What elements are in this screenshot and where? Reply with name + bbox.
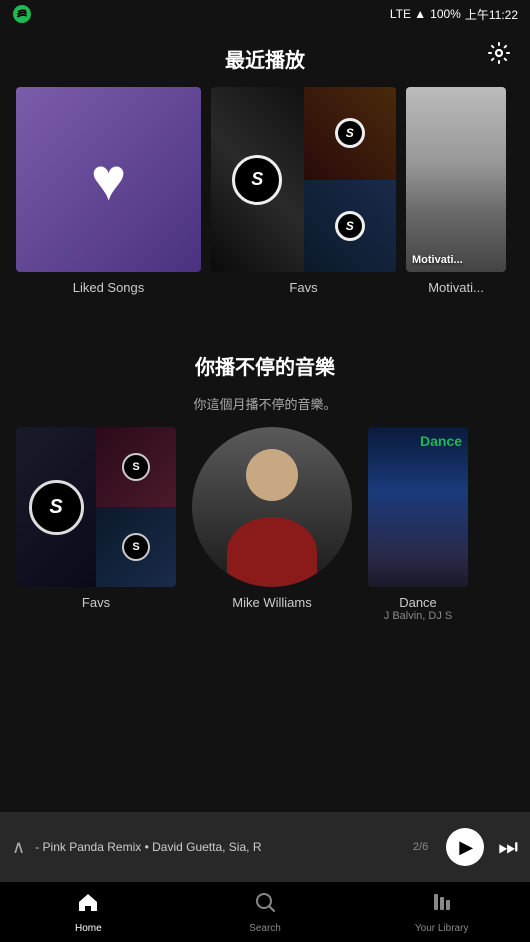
favs-cell-left: S	[211, 87, 304, 272]
spinnin-logo-small2: S	[335, 211, 365, 241]
track-info: - Pink Panda Remix • David Guetta, Sia, …	[35, 840, 403, 854]
nav-home[interactable]: Home	[0, 882, 177, 942]
featured-favs-item[interactable]: S S S Favs	[16, 427, 176, 622]
featured-cell3: S	[96, 507, 176, 587]
settings-button[interactable]	[482, 36, 516, 70]
network-indicator: LTE ▲	[390, 7, 426, 21]
status-bar: LTE ▲ 100% 上午11:22	[0, 0, 530, 28]
search-icon	[253, 890, 277, 920]
spinnin-s2: S	[122, 453, 150, 481]
chevron-up-icon[interactable]: ∧	[12, 837, 25, 858]
status-left	[12, 4, 32, 24]
library-icon	[430, 890, 454, 920]
featured-spinnin-s: S	[29, 480, 84, 535]
main-content: 最近播放 ♥ Liked Songs S	[0, 28, 530, 812]
motivation-item[interactable]: Motivati... Motivati...	[406, 87, 506, 295]
nav-library[interactable]: Your Library	[353, 882, 530, 942]
nav-search[interactable]: Search	[177, 882, 354, 942]
progress-label: 2/6	[413, 841, 428, 853]
featured-section: 你播不停的音樂 你這個月播不停的音樂。 S S	[0, 351, 530, 628]
search-svg-icon	[253, 890, 277, 914]
motivation-text: Motivati...	[412, 254, 463, 266]
library-svg-icon	[430, 890, 454, 914]
spinnin-s3: S	[122, 533, 150, 561]
person-body	[227, 517, 317, 587]
nav-library-label: Your Library	[415, 923, 469, 934]
gear-icon	[487, 41, 511, 65]
featured-dance-item[interactable]: Dance Dance J Balvin, DJ S	[368, 427, 468, 622]
liked-songs-label: Liked Songs	[73, 280, 145, 295]
now-playing-bar[interactable]: ∧ - Pink Panda Remix • David Guetta, Sia…	[0, 812, 530, 882]
liked-songs-card: ♥	[16, 87, 201, 272]
featured-mike-item[interactable]: Mike Williams	[192, 427, 352, 622]
battery-indicator: 100%	[430, 7, 461, 21]
favs-cell-topright: S	[304, 87, 397, 180]
dance-art: Dance	[368, 427, 468, 587]
favs-label: Favs	[289, 280, 317, 295]
recent-plays-title: 最近播放	[16, 44, 514, 73]
play-triangle-icon: ▶	[459, 837, 473, 858]
featured-subtitle: 你這個月播不停的音樂。	[16, 394, 514, 413]
favs-item[interactable]: S S S	[211, 87, 396, 295]
dance-text-overlay: Dance	[420, 433, 462, 449]
status-right: LTE ▲ 100% 上午11:22	[390, 6, 518, 23]
featured-dance-sublabel: J Balvin, DJ S	[384, 610, 452, 622]
skip-next-button[interactable]: ⏭	[498, 834, 518, 860]
spotify-logo-icon	[12, 4, 32, 24]
featured-favs-art: S S S	[16, 427, 176, 587]
favs-collage-art: S S S	[211, 87, 396, 272]
recent-grid: ♥ Liked Songs S	[16, 87, 514, 295]
featured-cell2: S	[96, 427, 176, 507]
mike-williams-art	[192, 427, 352, 587]
spinnin-logo: S	[232, 155, 282, 205]
time-display: 上午11:22	[465, 6, 518, 23]
spinnin-logo-small: S	[335, 118, 365, 148]
play-pause-button[interactable]: ▶	[446, 828, 484, 866]
home-svg-icon	[76, 890, 100, 914]
featured-favs-label: Favs	[82, 595, 110, 610]
featured-mike-label: Mike Williams	[232, 595, 311, 610]
recent-plays-section: 最近播放 ♥ Liked Songs S	[0, 44, 530, 295]
featured-dance-label: Dance	[399, 595, 437, 610]
favs-cell-bottomright: S	[304, 180, 397, 273]
person-head	[246, 449, 298, 501]
heart-icon: ♥	[91, 145, 127, 214]
featured-title: 你播不停的音樂	[16, 351, 514, 380]
nav-search-label: Search	[249, 923, 281, 934]
liked-songs-item[interactable]: ♥ Liked Songs	[16, 87, 201, 295]
featured-list: S S S Favs	[16, 427, 514, 628]
playback-controls: ▶ ⏭	[446, 828, 518, 866]
bottom-nav: Home Search Your Library	[0, 882, 530, 942]
home-icon	[76, 890, 100, 920]
motivation-label: Motivati...	[428, 280, 484, 295]
motivation-art: Motivati...	[406, 87, 506, 272]
nav-home-label: Home	[75, 923, 102, 934]
